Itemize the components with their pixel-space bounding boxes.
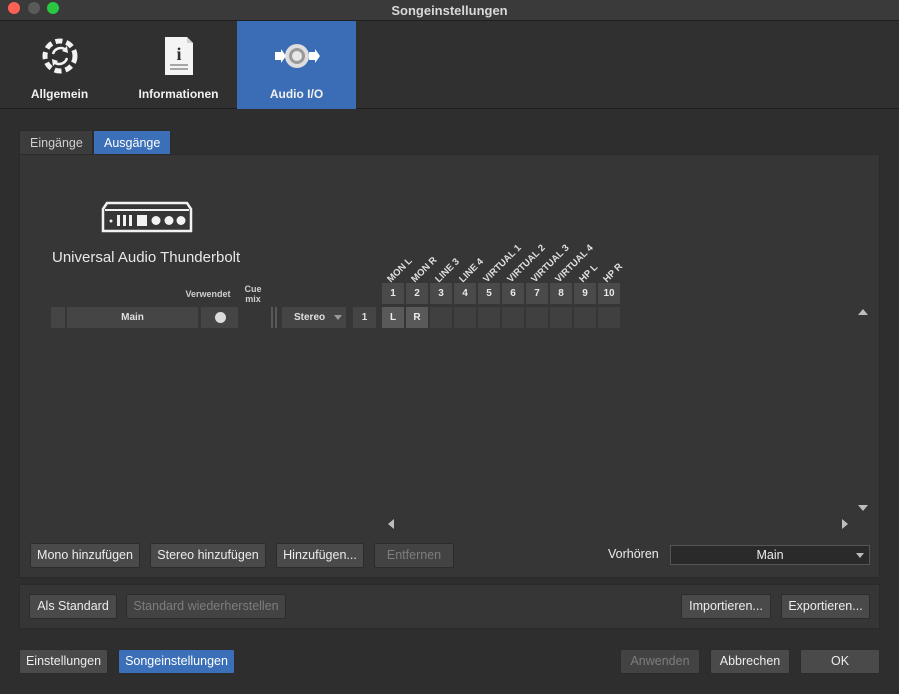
tab-label: Informationen <box>138 87 219 101</box>
port-label: MON L <box>385 255 415 285</box>
info-document-icon: i <box>164 37 193 75</box>
routing-cell[interactable] <box>550 307 572 328</box>
tab-label: Allgemein <box>30 87 89 101</box>
port-number: 10 <box>598 283 620 304</box>
port-number: 6 <box>502 283 524 304</box>
add-mono-button[interactable]: Mono hinzufügen <box>30 543 140 568</box>
scroll-up-arrow[interactable] <box>858 309 868 315</box>
used-indicator <box>215 312 226 323</box>
routing-cell[interactable] <box>598 307 620 328</box>
routing-cell[interactable]: L <box>382 307 404 328</box>
port-labels: MON L MON R LINE 3 LINE 4 VIRTUAL 1 VIRT… <box>382 215 632 285</box>
import-button[interactable]: Importieren... <box>681 594 771 619</box>
port-number: 5 <box>478 283 500 304</box>
scroll-right-arrow[interactable] <box>842 519 848 529</box>
routing-cell[interactable] <box>574 307 596 328</box>
top-tab-bar: Allgemein i Informationen Audio I/O <box>0 21 899 109</box>
used-toggle[interactable] <box>201 307 238 328</box>
port-number: 9 <box>574 283 596 304</box>
cancel-button[interactable]: Abbrechen <box>710 649 790 674</box>
svg-text:i: i <box>176 44 181 64</box>
audio-io-icon <box>274 44 320 68</box>
column-header-used: Verwendet <box>185 289 231 299</box>
export-button[interactable]: Exportieren... <box>781 594 870 619</box>
port-label: MON R <box>409 254 440 285</box>
channel-number: 1 <box>353 307 376 328</box>
defaults-panel: Als Standard Standard wiederherstellen I… <box>19 584 880 629</box>
routing-cell[interactable]: R <box>406 307 428 328</box>
preview-select[interactable]: Main <box>670 545 870 565</box>
chevron-down-icon <box>856 553 864 558</box>
port-number: 3 <box>430 283 452 304</box>
tab-ausgaenge[interactable]: Ausgänge <box>93 130 171 154</box>
set-default-button[interactable]: Als Standard <box>29 594 117 619</box>
port-number: 7 <box>526 283 548 304</box>
tab-allgemein[interactable]: Allgemein <box>0 21 119 109</box>
row-drag-handle[interactable] <box>51 307 65 328</box>
port-label: HP L <box>577 262 601 285</box>
routing-cell[interactable] <box>454 307 476 328</box>
tab-audio-io[interactable]: Audio I/O <box>237 21 356 109</box>
preview-label: Vorhören <box>608 547 659 561</box>
routing-cell[interactable] <box>430 307 452 328</box>
window-title: Songeinstellungen <box>391 3 508 18</box>
sync-gear-icon <box>42 38 77 74</box>
chevron-down-icon <box>334 315 342 320</box>
apply-button[interactable]: Anwenden <box>620 649 700 674</box>
port-label: HP R <box>601 261 625 285</box>
cue-mix-divider <box>275 307 277 328</box>
column-header-cue-mix: Cue mix <box>244 284 262 304</box>
scroll-down-arrow[interactable] <box>858 505 868 511</box>
title-bar: Songeinstellungen <box>0 0 899 21</box>
port-label: LINE 4 <box>457 256 486 285</box>
audio-interface-icon <box>101 201 193 233</box>
device-name: Universal Audio Thunderbolt <box>52 249 241 266</box>
channel-name[interactable]: Main <box>67 307 198 328</box>
port-number: 2 <box>406 283 428 304</box>
routing-cell[interactable] <box>478 307 500 328</box>
port-number: 1 <box>382 283 404 304</box>
add-stereo-button[interactable]: Stereo hinzufügen <box>150 543 266 568</box>
tab-informationen[interactable]: i Informationen <box>119 21 238 109</box>
routing-cell[interactable] <box>526 307 548 328</box>
format-select[interactable]: Stereo <box>282 307 346 328</box>
routing-cell[interactable] <box>502 307 524 328</box>
port-number: 4 <box>454 283 476 304</box>
restore-default-button[interactable]: Standard wiederherstellen <box>126 594 286 619</box>
cue-mix-divider <box>271 307 273 328</box>
ok-button[interactable]: OK <box>800 649 880 674</box>
song-settings-button[interactable]: Songeinstellungen <box>118 649 235 674</box>
outputs-panel: Universal Audio Thunderbolt Verwendet Cu… <box>19 154 880 578</box>
format-value: Stereo <box>294 312 326 323</box>
add-button[interactable]: Hinzufügen... <box>276 543 364 568</box>
remove-button[interactable]: Entfernen <box>374 543 454 568</box>
scroll-left-arrow[interactable] <box>388 519 394 529</box>
port-number: 8 <box>550 283 572 304</box>
preview-value: Main <box>756 548 784 562</box>
settings-button[interactable]: Einstellungen <box>19 649 108 674</box>
tab-eingaenge[interactable]: Eingänge <box>19 130 93 154</box>
tab-label: Audio I/O <box>269 87 324 101</box>
